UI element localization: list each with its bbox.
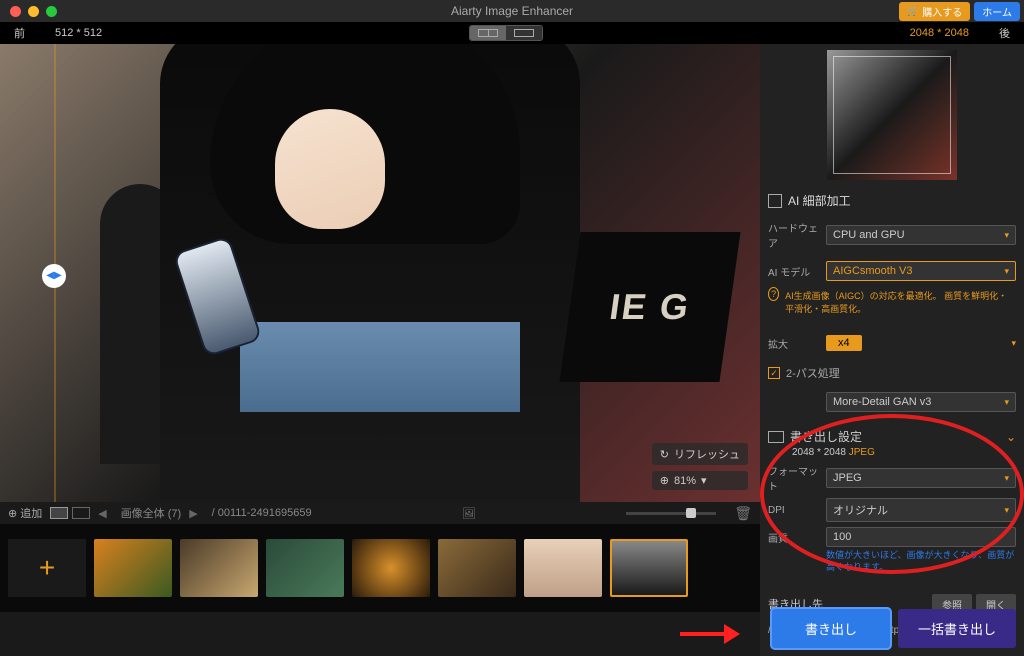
home-button[interactable]: ホーム [974,2,1020,21]
preview-area: IE G ◀▶ ↻ リフレッシュ ⊕ 81% ▾ ⊕ 追加 [0,44,760,656]
twopass-checkbox[interactable]: ✓ 2-パス処理 [768,365,1016,381]
export-format-badge: JPEG [849,447,875,458]
annotation-arrow [680,628,740,640]
trash-icon[interactable]: 🗑 [734,505,752,522]
grid-view-button[interactable] [50,507,68,519]
thumbnail[interactable] [180,539,258,597]
nav-next-icon[interactable]: ▶ [189,507,197,520]
export-button[interactable]: 書き出し [772,609,890,648]
quality-value: 100 [833,531,851,543]
batch-export-button[interactable]: 一括書き出し [898,609,1016,648]
after-size: 2048 * 2048 [910,27,969,39]
cart-icon: 🛒 [907,6,919,17]
export-title-label: 書き出し設定 [790,428,862,445]
scale-label: 拡大 [768,336,820,351]
hardware-label: ハードウェア [768,220,820,250]
ai-title-label: AI 細部加工 [788,192,851,209]
ai-model-select[interactable]: AIGCsmooth V3 ▾ [826,261,1016,281]
view-split-icon[interactable] [470,26,506,40]
view-side-icon[interactable] [506,26,542,40]
export-icon [768,431,784,443]
maximize-window-button[interactable] [46,6,57,17]
close-window-button[interactable] [10,6,21,17]
settings-panel: AI 細部加工 ハードウェア CPU and GPU ▾ AI モデル AIGC… [760,44,1024,656]
model-label: AI モデル [768,264,820,279]
thumbnail-toolbar: ⊕ 追加 ◀ 画像全体 (7) ▶ / 00111-2491695659 🖼 🗑 [0,502,760,524]
bottom-spacer [0,612,760,656]
buy-label: 購入する [922,4,962,19]
plus-icon: ⊕ [8,507,17,520]
thumbnail-strip: + [0,524,760,612]
zoom-icon: ⊕ [660,474,669,487]
quality-label: 画質 [768,530,820,545]
add-image-button[interactable]: ⊕ 追加 [8,505,42,521]
info-icon[interactable]: ? [768,287,779,301]
app-title: Aiarty Image Enhancer [451,4,573,18]
format-value: JPEG [833,472,862,484]
chevron-down-icon: ▾ [701,474,707,487]
current-filename: / 00111-2491695659 [212,507,312,519]
export-size: 2048 * 2048 [792,447,846,458]
thumbnail[interactable] [352,539,430,597]
gan-select[interactable]: More-Detail GAN v3 ▾ [826,392,1016,412]
after-label: 後 [999,25,1010,41]
hardware-select[interactable]: CPU and GPU ▾ [826,225,1016,245]
export-section-header[interactable]: 書き出し設定 ⌄ [768,428,1016,445]
model-value: AIGCsmooth V3 [833,265,912,277]
refresh-icon: ↻ [660,448,669,461]
minimize-window-button[interactable] [28,6,39,17]
scale-button[interactable]: x4 [826,335,862,351]
dpi-label: DPI [768,505,820,516]
thumbnail[interactable] [524,539,602,597]
add-label: 追加 [20,505,42,521]
compare-slider-handle[interactable]: ◀▶ [42,264,66,288]
ai-icon [768,194,782,208]
chevron-down-icon: ▾ [1004,397,1009,408]
quality-input[interactable]: 100 [826,527,1016,547]
refresh-label: リフレッシュ [674,446,740,462]
before-label: 前 [14,25,25,41]
gan-value: More-Detail GAN v3 [833,396,931,408]
export-info: 2048 * 2048 JPEG [768,447,1016,458]
thumbnail[interactable] [438,539,516,597]
chevron-down-icon: ⌄ [1006,430,1016,444]
all-images-count: 画像全体 (7) [121,505,182,521]
format-label: フォーマット [768,463,820,493]
list-view-button[interactable] [72,507,90,519]
nav-prev-icon[interactable]: ◀ [98,507,106,520]
quality-note: 数値が大きいほど、画像が大きくなり、画質が高くなります。 [768,550,1016,573]
view-mode-toggle[interactable] [469,25,543,41]
thumbnail[interactable] [94,539,172,597]
window-controls [0,6,57,17]
preview-thumbnail[interactable] [827,50,957,180]
chevron-down-icon: ▾ [1004,266,1009,277]
chevron-down-icon: ▾ [1004,473,1009,484]
dpi-select[interactable]: オリジナル ▾ [826,498,1016,522]
sign-text: IE G [559,232,740,382]
size-header: 前 512 * 512 2048 * 2048 後 [0,22,1024,44]
chevron-down-icon: ▾ [1004,505,1009,516]
image-size-icon: 🖼 [462,507,476,520]
chevron-down-icon[interactable]: ▾ [1011,338,1016,349]
add-thumbnail-button[interactable]: + [8,539,86,597]
checkbox-icon: ✓ [768,367,780,379]
thumbnail-size-slider[interactable] [626,512,716,515]
ai-section-title: AI 細部加工 [768,192,1016,209]
thumbnail-selected[interactable] [610,539,688,597]
titlebar: Aiarty Image Enhancer 🛒 購入する ホーム [0,0,1024,22]
format-select[interactable]: JPEG ▾ [826,468,1016,488]
buy-button[interactable]: 🛒 購入する [899,2,970,21]
hardware-value: CPU and GPU [833,229,905,241]
image-viewport[interactable]: IE G ◀▶ ↻ リフレッシュ ⊕ 81% ▾ [0,44,760,502]
chevron-down-icon: ▾ [1004,230,1009,241]
before-size: 512 * 512 [55,27,102,39]
refresh-button[interactable]: ↻ リフレッシュ [652,443,748,465]
thumbnail[interactable] [266,539,344,597]
twopass-label: 2-パス処理 [786,365,840,381]
zoom-value: 81% [674,475,696,487]
model-hint: AI生成画像（AIGC）の対応を最適化。 画質を鮮明化・平滑化・高画質化。 [785,290,1016,315]
dpi-value: オリジナル [833,502,888,518]
zoom-button[interactable]: ⊕ 81% ▾ [652,471,748,490]
